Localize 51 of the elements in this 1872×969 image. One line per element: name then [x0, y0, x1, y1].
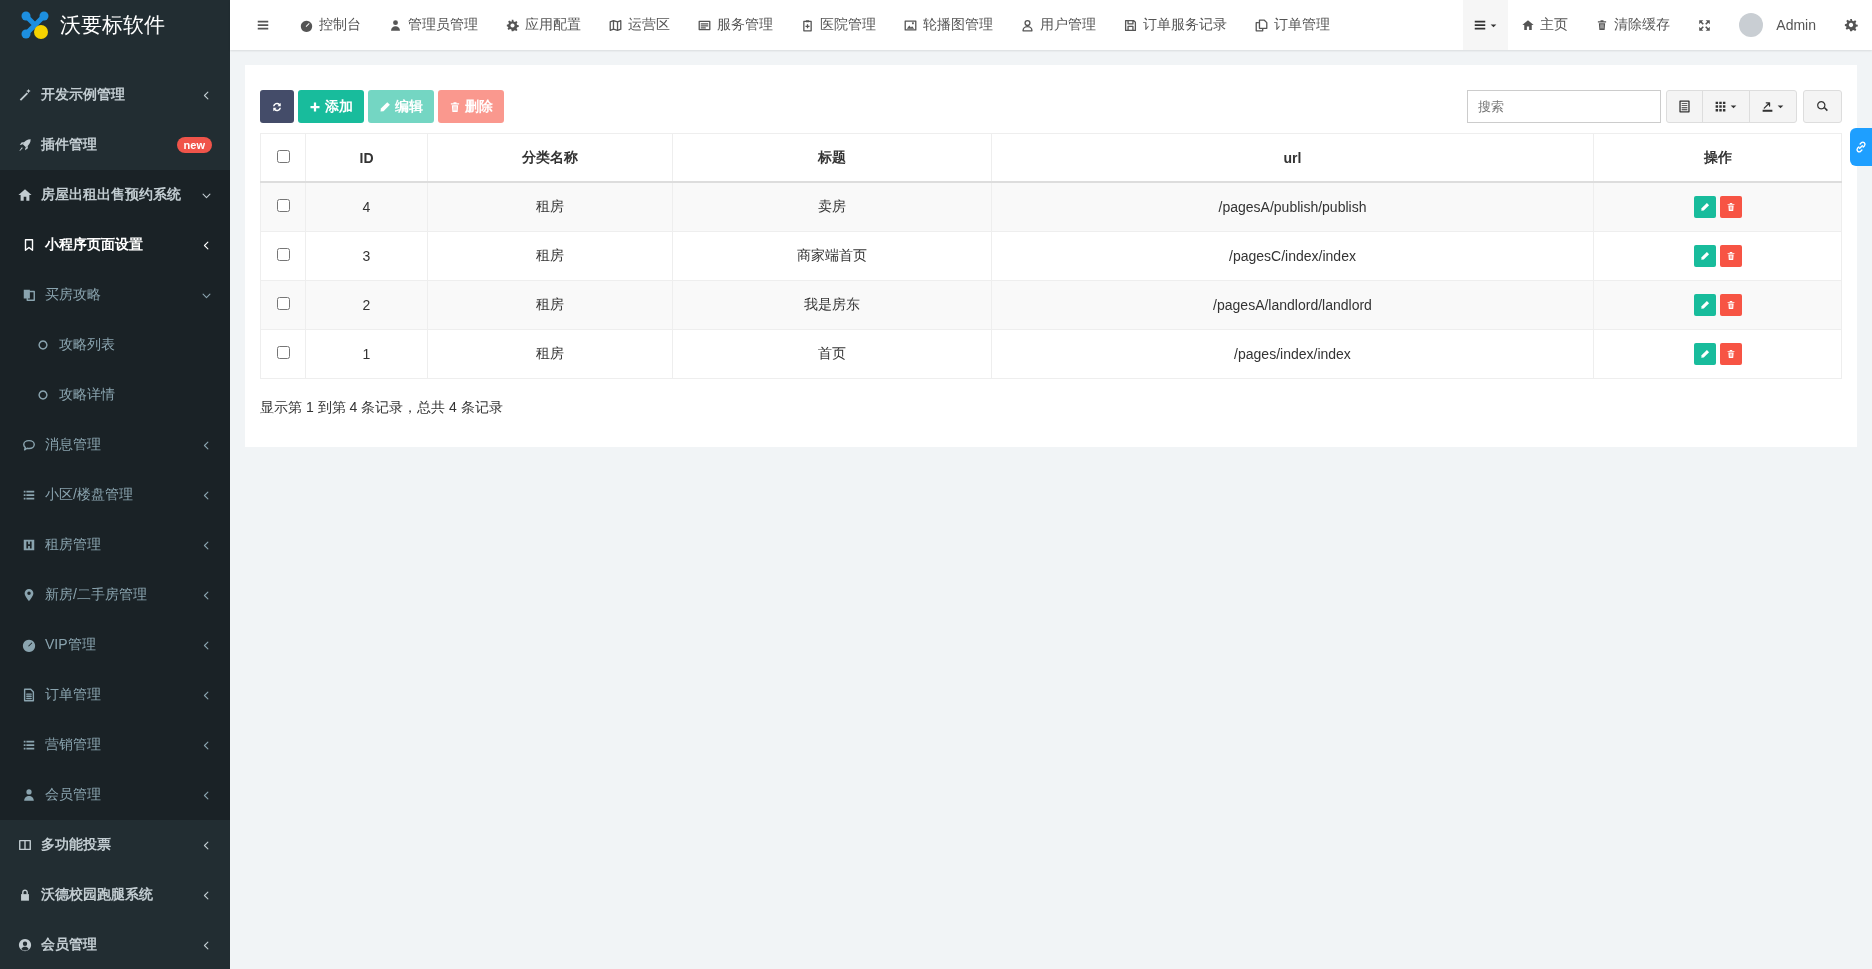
brand-name: 沃要标软件 — [60, 12, 165, 38]
table-cell: 我是房东 — [672, 280, 992, 330]
sidebar-item[interactable]: 买房攻略 — [0, 270, 230, 320]
sidebar-item[interactable]: VIP管理 — [0, 620, 230, 670]
sidebar-item[interactable]: 小区/楼盘管理 — [0, 470, 230, 520]
table-cell: 4 — [305, 182, 428, 232]
home-link[interactable]: 主页 — [1507, 0, 1582, 50]
table-cell: /pages/index/index — [991, 329, 1594, 379]
nav-link[interactable]: 订单服务记录 — [1110, 0, 1241, 50]
user-menu[interactable]: Admin — [1724, 0, 1830, 50]
sidebar-item[interactable]: 会员管理 — [0, 770, 230, 820]
nav-link[interactable]: 应用配置 — [492, 0, 595, 50]
sidebar-item[interactable]: 沃德校园跑腿系统 — [0, 870, 230, 920]
table-cell: 1 — [305, 329, 428, 379]
sidebar-item[interactable]: 新房/二手房管理 — [0, 570, 230, 620]
table-cell: /pagesA/landlord/landlord — [991, 280, 1594, 330]
sidebar-item[interactable]: 房屋出租出售预约系统 — [0, 170, 230, 220]
sidebar-item[interactable]: 小程序页面设置 — [0, 220, 230, 270]
sidebar-item[interactable]: 租房管理 — [0, 520, 230, 570]
sidebar-item[interactable]: 会员管理 — [0, 920, 230, 969]
sidebar-item[interactable]: 攻略列表 — [0, 320, 230, 370]
new-badge: new — [176, 137, 212, 153]
nav-link[interactable]: 控制台 — [286, 0, 375, 50]
table-cell: 租房 — [427, 231, 673, 281]
nav-link[interactable]: 轮播图管理 — [890, 0, 1007, 50]
pagination-info: 显示第 1 到第 4 条记录，总共 4 条记录 — [260, 399, 504, 417]
nav-link[interactable]: 服务管理 — [684, 0, 787, 50]
table-cell: 首页 — [672, 329, 992, 379]
sidebar-item[interactable]: 订单管理 — [0, 670, 230, 720]
sidebar-item[interactable]: 开发示例管理 — [0, 70, 230, 120]
table-cell: /pagesA/publish/publish — [991, 182, 1594, 232]
clear-cache-link[interactable]: 清除缓存 — [1581, 0, 1684, 50]
sidebar-item[interactable]: 消息管理 — [0, 420, 230, 470]
table-cell: 租房 — [427, 280, 673, 330]
sidebar-item[interactable]: 插件管理 new — [0, 120, 230, 170]
nav-link[interactable]: 订单管理 — [1241, 0, 1344, 50]
nav-link[interactable]: 运营区 — [595, 0, 684, 50]
table-cell: 3 — [305, 231, 428, 281]
nav-link[interactable]: 医院管理 — [787, 0, 890, 50]
sidebar-item[interactable]: 攻略详情 — [0, 370, 230, 420]
table-cell: 2 — [305, 280, 428, 330]
table-cell: 商家端首页 — [672, 231, 992, 281]
nav-link[interactable]: 管理员管理 — [375, 0, 492, 50]
sidebar-item[interactable]: 多功能投票 — [0, 820, 230, 870]
table-cell: 租房 — [427, 329, 673, 379]
sidebar-item[interactable]: 营销管理 — [0, 720, 230, 770]
nav-link[interactable]: 用户管理 — [1007, 0, 1110, 50]
search-field[interactable]: 搜索 — [1467, 90, 1661, 123]
table-cell: /pagesC/index/index — [991, 231, 1594, 281]
table-cell: 卖房 — [672, 182, 992, 232]
table-cell: 租房 — [427, 182, 673, 232]
